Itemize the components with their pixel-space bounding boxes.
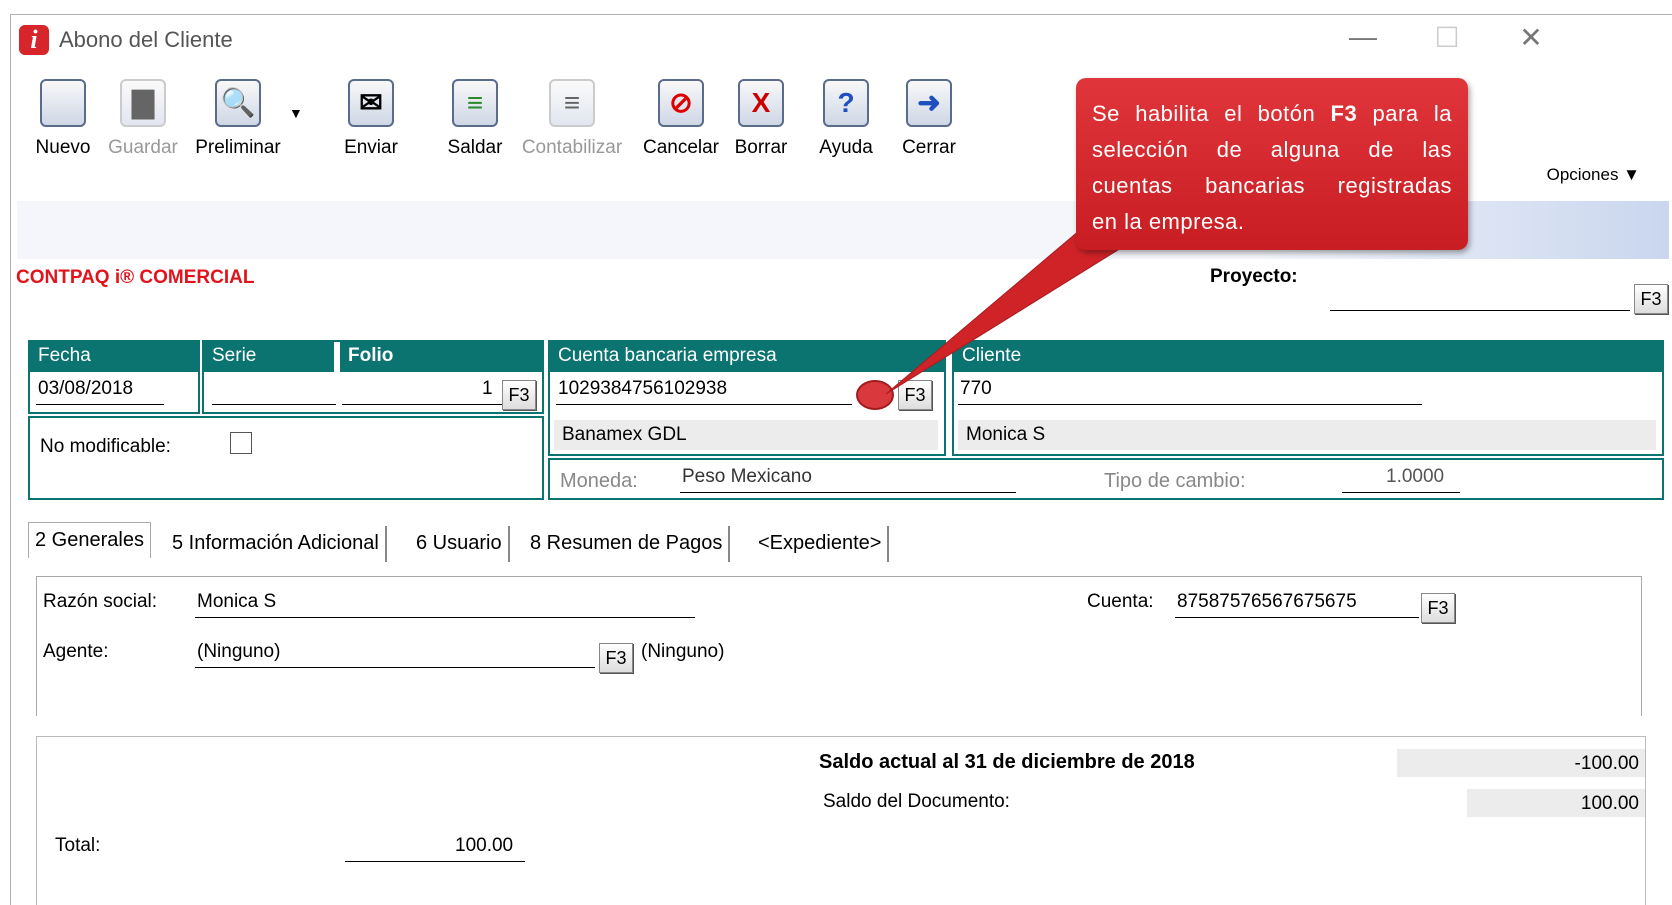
callout-line-2: selección de alguna de las	[1092, 137, 1452, 162]
callout-line-1: Se habilita el botón F3 para la	[1092, 96, 1452, 132]
callout-text-1a: Se habilita el botón	[1092, 101, 1331, 126]
callout-annotation: Se habilita el botón F3 para la selecció…	[1076, 78, 1468, 250]
callout-text-1c: para la	[1357, 101, 1452, 126]
callout-line-3: cuentas bancarias registradas	[1092, 173, 1452, 198]
callout-text-f3: F3	[1330, 101, 1358, 126]
callout-line-4: en la empresa.	[1092, 209, 1245, 234]
